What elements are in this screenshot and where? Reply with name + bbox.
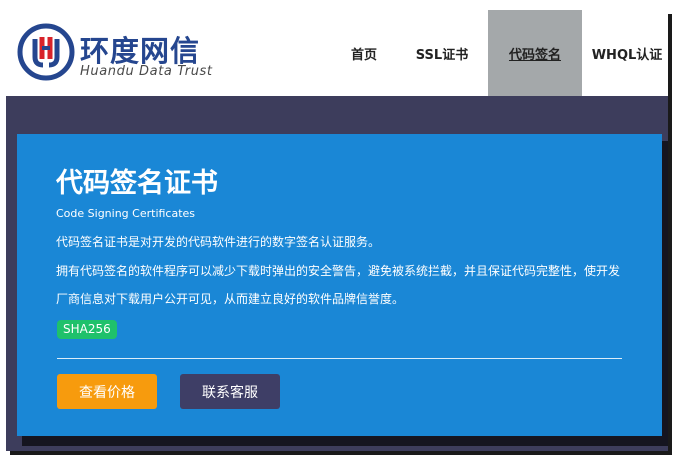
nav-item-label: 代码签名 [508,47,561,63]
nav-item-ssl[interactable]: SSL证书 [396,10,488,96]
site-header: 环度网信 Huandu Data Trust 首页 SSL证书 代码签名 WHQ… [6,10,668,96]
nav-item-label: WHQL认证 [591,47,663,63]
hero-description-line: 拥有代码签名的软件程序可以减少下载时弹出的安全警告，避免被系统拦截，并且保证代码… [56,264,621,278]
brand-logo-icon[interactable] [17,23,75,81]
hero-subtitle: Code Signing Certificates [56,207,196,220]
contact-support-button[interactable]: 联系客服 [180,374,280,409]
brand-name-en: Huandu Data Trust [80,64,213,79]
nav-item-whql[interactable]: WHQL认证 [582,10,668,96]
hero-description-line: 代码签名证书是对开发的代码软件进行的数字签名认证服务。 [56,235,381,249]
view-price-button[interactable]: 查看价格 [57,374,157,409]
nav-item-home[interactable]: 首页 [332,10,396,96]
hero-divider [57,358,622,359]
page-frame: 环度网信 Huandu Data Trust 首页 SSL证书 代码签名 WHQ… [6,10,668,451]
algorithm-badge: SHA256 [57,320,117,339]
nav-item-label: SSL证书 [415,47,469,63]
nav-item-code-signing[interactable]: 代码签名 [488,10,582,96]
hero-title: 代码签名证书 [56,168,218,199]
hero-card: 代码签名证书 Code Signing Certificates 代码签名证书是… [17,134,662,436]
main-nav: 首页 SSL证书 代码签名 WHQL认证 [332,10,668,96]
hero-description-line: 厂商信息对下载用户公开可见，从而建立良好的软件品牌信誉度。 [56,292,405,306]
nav-item-label: 首页 [350,47,377,63]
